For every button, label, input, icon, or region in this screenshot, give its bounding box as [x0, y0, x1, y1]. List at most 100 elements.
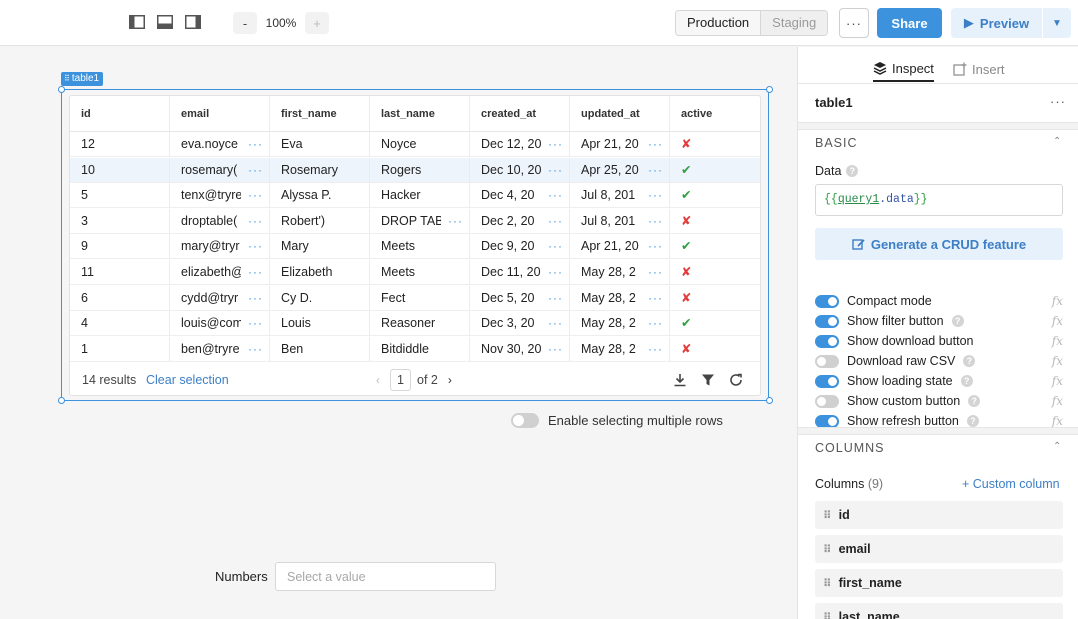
table-row[interactable]: 3 droptable(··· Robert') DROP TAB ··· Dec 2, …	[70, 208, 760, 234]
drag-handle-icon[interactable]: ⠿	[823, 611, 832, 619]
column-header-id[interactable]: id	[70, 96, 170, 132]
numbers-select[interactable]	[275, 562, 496, 591]
cell-active[interactable]: ✘	[670, 260, 760, 285]
table-row[interactable]: 10 rosemary(··· Rosemary Rogers Dec 10, 20 ··…	[70, 157, 760, 183]
cell-email[interactable]: eva.noyce ···	[170, 132, 270, 157]
cell-updated-at[interactable]: Jul 8, 201 ···	[570, 183, 670, 209]
env-staging-tab[interactable]: Staging	[760, 11, 828, 35]
resize-handle-bottom-right[interactable]	[766, 397, 773, 404]
cell-first-name[interactable]: Mary	[270, 234, 370, 260]
more-options-button[interactable]: ···	[839, 8, 869, 38]
cell-active[interactable]: ✔	[670, 183, 760, 208]
cell-id[interactable]: 12	[70, 132, 170, 157]
cell-id[interactable]: 9	[70, 234, 170, 260]
cell-email[interactable]: cydd@tryr ···	[170, 285, 270, 311]
cell-active[interactable]: ✔	[670, 311, 760, 336]
cell-overflow-menu-icon[interactable]: ···	[548, 158, 563, 182]
cell-created-at[interactable]: Dec 9, 20 ···	[470, 234, 570, 260]
column-header-updated-at[interactable]: updated_at	[570, 96, 670, 132]
column-item-first-name[interactable]: ⠿ first_name	[815, 569, 1063, 597]
table-row[interactable]: 4 louis@com ··· Louis Reasoner Dec 3, 20 ··· Ma…	[70, 311, 760, 337]
cell-updated-at[interactable]: May 28, 2 ···	[570, 285, 670, 311]
cell-updated-at[interactable]: May 28, 2 ···	[570, 311, 670, 337]
fx-icon[interactable]: fx	[1052, 334, 1063, 348]
help-icon[interactable]: ?	[966, 415, 979, 427]
cell-overflow-menu-icon[interactable]: ···	[548, 311, 563, 335]
cell-email[interactable]: louis@com ···	[170, 311, 270, 337]
cell-first-name[interactable]: Robert')	[270, 208, 370, 234]
column-item-id[interactable]: ⠿ id	[815, 501, 1063, 529]
column-header-created-at[interactable]: created_at	[470, 96, 570, 132]
component-menu-icon[interactable]: ···	[1050, 94, 1066, 109]
cell-last-name[interactable]: Noyce	[370, 132, 470, 157]
cell-first-name[interactable]: Elizabeth	[270, 260, 370, 285]
download-icon[interactable]	[672, 372, 688, 388]
multi-select-toggle[interactable]	[511, 413, 539, 428]
cell-overflow-menu-icon[interactable]: ···	[548, 260, 563, 284]
cell-last-name[interactable]: Meets	[370, 234, 470, 260]
component-name[interactable]: table1	[815, 95, 853, 110]
cell-last-name[interactable]: Hacker	[370, 183, 470, 209]
cell-updated-at[interactable]: Jul 8, 201 ···	[570, 208, 670, 234]
cell-id[interactable]: 4	[70, 311, 170, 337]
table-row[interactable]: 12 eva.noyce ··· Eva Noyce Dec 12, 20 ··· Apr 2…	[70, 132, 760, 157]
cell-last-name[interactable]: Reasoner	[370, 311, 470, 337]
help-icon[interactable]: ?	[968, 395, 981, 407]
table-row[interactable]: 1 ben@tryre ··· Ben Bitdiddle Nov 30, 20 ··· Ma…	[70, 336, 760, 362]
help-icon[interactable]: ?	[951, 315, 964, 327]
filter-icon[interactable]	[700, 372, 716, 388]
cell-first-name[interactable]: Eva	[270, 132, 370, 157]
cell-first-name[interactable]: Alyssa P.	[270, 183, 370, 209]
column-item-last-name[interactable]: ⠿ last_name	[815, 603, 1063, 619]
cell-updated-at[interactable]: Apr 21, 20 ···	[570, 234, 670, 260]
cell-active[interactable]: ✘	[670, 286, 760, 311]
help-icon[interactable]: ?	[963, 355, 976, 367]
cell-active[interactable]: ✔	[670, 158, 760, 183]
cell-overflow-menu-icon[interactable]: ···	[248, 260, 263, 284]
clear-selection-link[interactable]: Clear selection	[146, 373, 229, 387]
cell-overflow-menu-icon[interactable]: ···	[648, 183, 663, 207]
cell-active[interactable]: ✔	[670, 234, 760, 259]
cell-first-name[interactable]: Ben	[270, 336, 370, 362]
cell-updated-at[interactable]: May 28, 2 ···	[570, 260, 670, 285]
cell-email[interactable]: elizabeth@ ···	[170, 260, 270, 285]
cell-created-at[interactable]: Dec 11, 20 ···	[470, 260, 570, 285]
tab-inspect[interactable]: Inspect	[873, 56, 934, 82]
preview-dropdown-chevron-icon[interactable]: ▼	[1043, 8, 1071, 38]
data-code-input[interactable]: {{query1.data}}	[815, 184, 1063, 216]
cell-overflow-menu-icon[interactable]: ···	[248, 158, 263, 182]
help-icon[interactable]: ?	[960, 375, 973, 387]
basic-section-title[interactable]: BASIC	[815, 136, 858, 150]
help-icon[interactable]: ?	[846, 165, 859, 177]
cell-last-name[interactable]: DROP TAB ···	[370, 208, 470, 234]
cell-created-at[interactable]: Dec 2, 20 ···	[470, 208, 570, 234]
toggle-left-panel-icon[interactable]	[128, 13, 146, 31]
cell-last-name[interactable]: Rogers	[370, 157, 470, 183]
cell-updated-at[interactable]: Apr 25, 20 ···	[570, 157, 670, 183]
cell-overflow-menu-icon[interactable]: ···	[448, 209, 463, 233]
table-row[interactable]: 5 tenx@tryre ··· Alyssa P. Hacker Dec 4, 20 ··…	[70, 183, 760, 209]
option-toggle[interactable]	[815, 394, 839, 408]
resize-handle-top-right[interactable]	[766, 86, 773, 93]
column-header-first-name[interactable]: first_name	[270, 96, 370, 132]
cell-id[interactable]: 11	[70, 260, 170, 285]
table-row[interactable]: 6 cydd@tryr ··· Cy D. Fect Dec 5, 20 ··· May 28…	[70, 285, 760, 311]
cell-created-at[interactable]: Dec 3, 20 ···	[470, 311, 570, 337]
generate-crud-button[interactable]: Generate a CRUD feature	[815, 228, 1063, 260]
cell-created-at[interactable]: Nov 30, 20 ···	[470, 336, 570, 362]
cell-active[interactable]: ✘	[670, 209, 760, 234]
cell-created-at[interactable]: Dec 5, 20 ···	[470, 285, 570, 311]
cell-overflow-menu-icon[interactable]: ···	[648, 286, 663, 310]
cell-id[interactable]: 3	[70, 208, 170, 234]
cell-active[interactable]: ✘	[670, 337, 760, 362]
collapse-chevron-icon[interactable]: ⌃	[1053, 441, 1061, 452]
cell-id[interactable]: 10	[70, 157, 170, 183]
column-header-email[interactable]: email	[170, 96, 270, 132]
cell-overflow-menu-icon[interactable]: ···	[248, 311, 263, 335]
cell-email[interactable]: mary@tryr ···	[170, 234, 270, 260]
cell-first-name[interactable]: Louis	[270, 311, 370, 337]
cell-active[interactable]: ✘	[670, 132, 760, 157]
cell-overflow-menu-icon[interactable]: ···	[548, 286, 563, 310]
resize-handle-bottom-left[interactable]	[58, 397, 65, 404]
drag-handle-icon[interactable]: ⠿	[823, 577, 832, 590]
